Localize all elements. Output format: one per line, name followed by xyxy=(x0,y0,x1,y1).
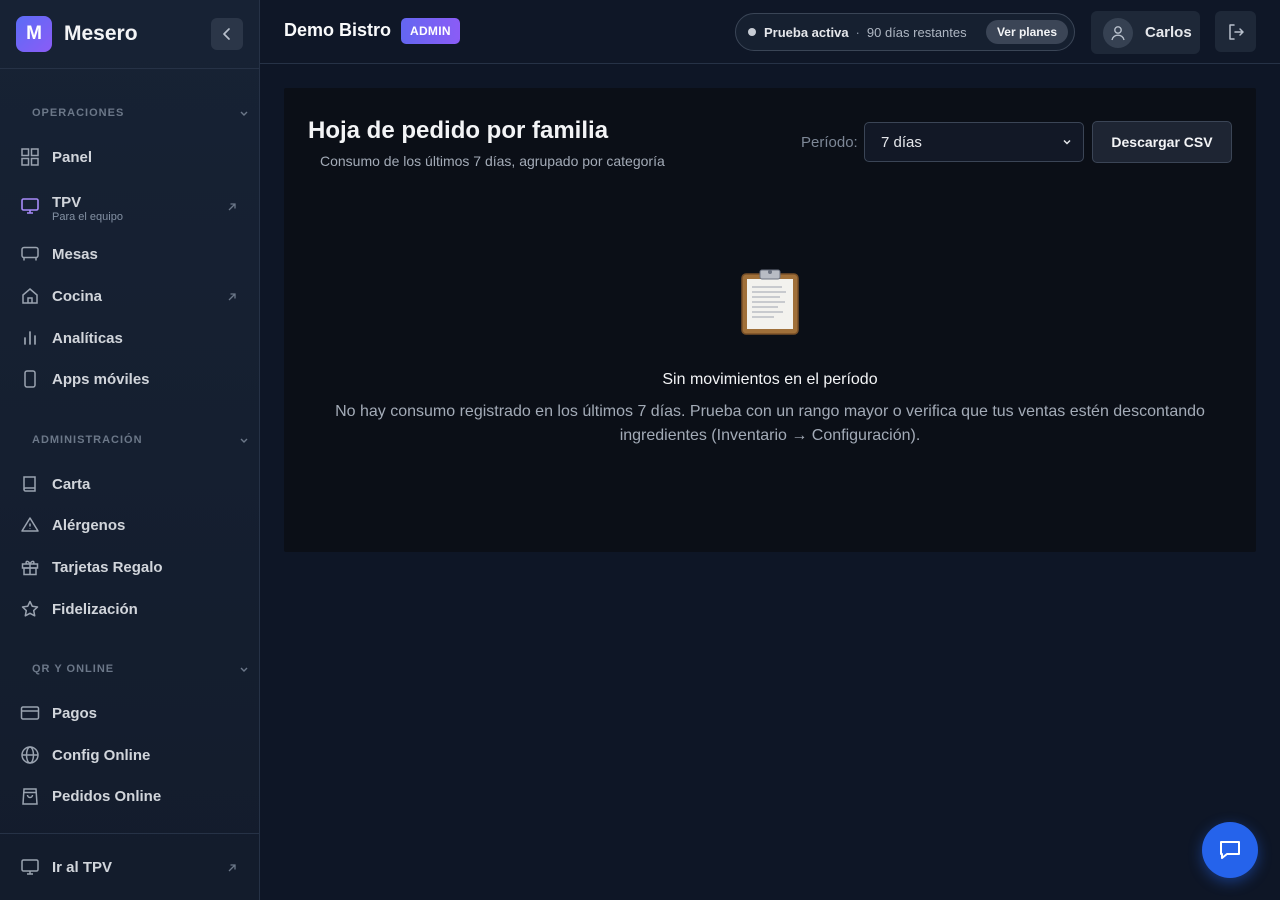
sidebar-item-partial[interactable] xyxy=(0,823,259,833)
sidebar-item-label: Mesas xyxy=(52,245,98,263)
section-title: OPERACIONES xyxy=(32,107,125,119)
gift-icon xyxy=(20,557,40,577)
period-label: Período: xyxy=(801,134,858,151)
trial-status: Prueba activa xyxy=(764,24,849,40)
section-administracion[interactable]: ADMINISTRACIÓN xyxy=(32,432,249,448)
sidebar-item-label: Apps móviles xyxy=(52,370,150,388)
sidebar-item-label: Cocina xyxy=(52,287,103,305)
section-operaciones[interactable]: OPERACIONES xyxy=(32,105,249,121)
monitor-icon xyxy=(20,196,40,216)
logout-icon xyxy=(1228,23,1244,40)
brand: M Mesero xyxy=(0,0,259,69)
section-title: ADMINISTRACIÓN xyxy=(32,434,143,446)
sidebar-item-carta[interactable]: Carta xyxy=(0,464,259,504)
business-name: Demo Bistro xyxy=(284,20,392,40)
status-dot-icon xyxy=(748,28,756,36)
chevron-down-icon xyxy=(240,438,248,443)
sidebar-item-mesas[interactable]: Mesas xyxy=(0,234,259,274)
sidebar-item-sublabel: Para el equipo xyxy=(52,211,123,223)
top-bar: Demo Bistro ADMIN Prueba activa · 90 día… xyxy=(260,0,1280,64)
trial-separator: · xyxy=(855,24,860,40)
sidebar-item-config-online[interactable]: Config Online xyxy=(0,735,259,775)
grid-icon xyxy=(20,147,40,167)
bar-chart-icon xyxy=(20,328,40,348)
sidebar-item-label: Tarjetas Regalo xyxy=(52,558,163,576)
section-title: QR Y ONLINE xyxy=(32,663,115,675)
empty-state-title: Sin movimientos en el período xyxy=(662,371,878,388)
avatar xyxy=(1103,17,1133,48)
external-link-icon xyxy=(227,199,237,217)
sidebar-item-label: Ir al TPV xyxy=(52,858,113,876)
house-icon xyxy=(20,286,40,306)
table-icon xyxy=(20,244,40,264)
sidebar-item-label: Fidelización xyxy=(52,600,138,618)
chat-button[interactable] xyxy=(1202,822,1258,878)
user-menu-button[interactable]: Carlos xyxy=(1091,11,1200,54)
chevron-down-icon xyxy=(1063,139,1071,145)
report-card: Hoja de pedido por familia Consumo de lo… xyxy=(284,88,1256,552)
sidebar-nav: OPERACIONES Panel TPV Para el equipo Mes… xyxy=(0,69,259,833)
empty-state-description: No hay consumo registrado en los últimos… xyxy=(335,403,1205,444)
sidebar: M Mesero OPERACIONES Panel TPV Para el e… xyxy=(0,0,260,900)
globe-icon xyxy=(20,745,40,765)
go-to-tpv-link[interactable]: Ir al TPV xyxy=(0,847,259,887)
chevron-down-icon xyxy=(240,111,248,116)
external-link-icon xyxy=(227,860,237,878)
collapse-sidebar-button[interactable] xyxy=(211,18,243,50)
credit-card-icon xyxy=(20,703,40,723)
sidebar-item-label: Config Online xyxy=(52,746,151,764)
sidebar-item-apps-moviles[interactable]: Apps móviles xyxy=(0,359,259,399)
sidebar-item-label: TPV xyxy=(52,193,82,211)
trial-days: 90 días restantes xyxy=(866,24,967,40)
brand-logo[interactable]: M xyxy=(16,16,52,52)
sidebar-item-label: Alérgenos xyxy=(52,516,126,534)
clipboard-icon xyxy=(741,269,799,335)
warning-icon xyxy=(20,515,40,535)
sidebar-item-label: Analíticas xyxy=(52,329,123,347)
sidebar-item-pagos[interactable]: Pagos xyxy=(0,693,259,733)
sidebar-item-label: Carta xyxy=(52,475,91,493)
star-icon xyxy=(20,599,40,619)
sidebar-item-panel[interactable]: Panel xyxy=(0,137,259,177)
sidebar-item-tpv[interactable]: TPV Para el equipo xyxy=(0,185,259,229)
sidebar-item-cocina[interactable]: Cocina xyxy=(0,276,259,316)
chevron-down-icon xyxy=(240,667,248,672)
sidebar-item-tarjetas-regalo[interactable]: Tarjetas Regalo xyxy=(0,547,259,587)
user-name: Carlos xyxy=(1145,24,1192,41)
view-plans-button[interactable]: Ver planes xyxy=(985,20,1068,44)
sidebar-footer: Ir al TPV xyxy=(0,833,259,900)
smartphone-icon xyxy=(20,369,40,389)
sidebar-item-alergenos[interactable]: Alérgenos xyxy=(0,505,259,545)
book-icon xyxy=(20,474,40,494)
sidebar-item-analiticas[interactable]: Analíticas xyxy=(0,318,259,358)
external-link-icon xyxy=(227,289,237,307)
sidebar-item-label: Pedidos Online xyxy=(52,787,162,805)
section-qr-online[interactable]: QR Y ONLINE xyxy=(32,661,249,677)
logout-button[interactable] xyxy=(1215,11,1256,52)
user-icon xyxy=(1111,25,1125,40)
trial-status-pill: Prueba activa · 90 días restantes Ver pl… xyxy=(735,13,1075,51)
download-csv-button[interactable]: Descargar CSV xyxy=(1092,121,1232,163)
page-subtitle: Consumo de los últimos 7 días, agrupado … xyxy=(320,153,665,169)
role-badge: ADMIN xyxy=(401,18,460,44)
monitor-icon xyxy=(20,857,40,877)
sidebar-item-pedidos-online[interactable]: Pedidos Online xyxy=(0,776,259,816)
sidebar-item-label: Pagos xyxy=(52,704,98,722)
shopping-bag-icon xyxy=(20,786,40,806)
sidebar-item-label: Panel xyxy=(52,148,93,166)
sidebar-item-fidelizacion[interactable]: Fidelización xyxy=(0,589,259,629)
period-select[interactable]: 7 días xyxy=(864,122,1084,162)
period-value: 7 días xyxy=(881,133,922,151)
page-title: Hoja de pedido por familia xyxy=(308,117,609,144)
brand-name[interactable]: Mesero xyxy=(64,22,138,46)
chevron-left-icon xyxy=(223,28,230,40)
chat-icon xyxy=(1220,841,1240,859)
